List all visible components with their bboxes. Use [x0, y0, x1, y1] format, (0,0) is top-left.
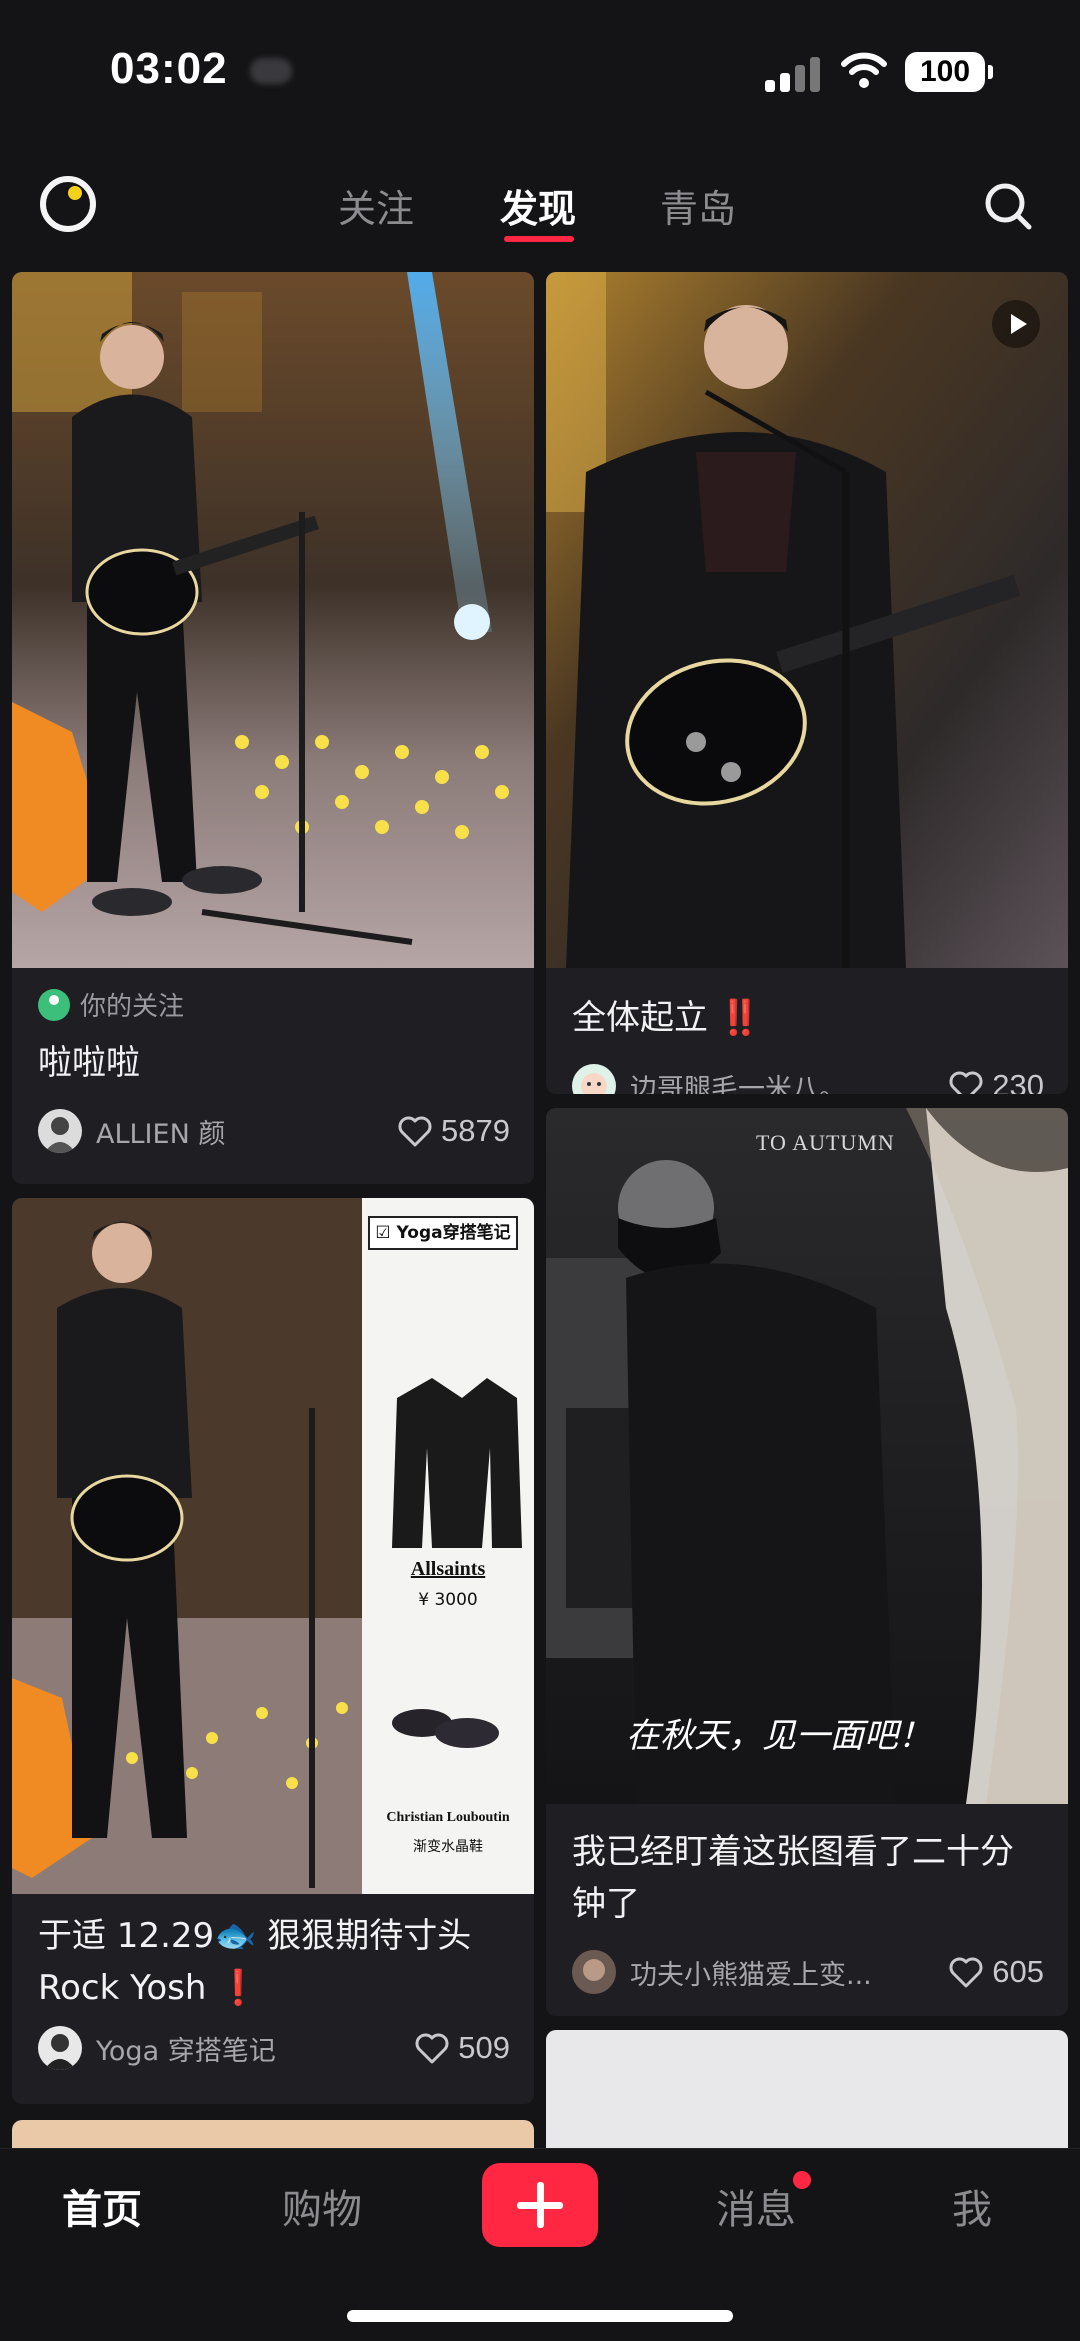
overlay-top-text: TO AUTUMN [756, 1130, 895, 1155]
card-title-line-2: Rock Yosh ❗ [38, 1968, 260, 2008]
like-count: 5879 [441, 1113, 510, 1148]
overlay-shoe-name: 渐变水晶鞋 [413, 1839, 483, 1855]
nav-me[interactable]: 我 [952, 2177, 992, 2235]
card-body: 我已经盯着这张图看了二十分钟了 功夫小熊猫爱上变... 605 [546, 1804, 1068, 1996]
car-window-photo [546, 1108, 1068, 1804]
heart-icon [415, 2033, 449, 2064]
unread-badge [793, 2171, 811, 2189]
outfit-breakdown-photo [12, 1198, 534, 1894]
video-play-icon [992, 300, 1040, 348]
card-body: 你的关注 啦啦啦 ALLIEN 颜 5879 [12, 968, 534, 1155]
tab-discover[interactable]: 发现 [500, 178, 576, 233]
card-meta: ALLIEN 颜 5879 [38, 1107, 510, 1155]
feed-card-6-partial[interactable] [546, 2030, 1068, 2150]
like-count: 509 [458, 2030, 510, 2065]
overlay-jacket-brand: Allsaints [410, 1558, 486, 1580]
author-name[interactable]: 边哥腿毛一米八。 [630, 1067, 938, 1095]
card-body: 于适 12.29🐟 狠狠期待寸头 Rock Yosh ❗ Yoga 穿搭笔记 5… [12, 1894, 534, 2072]
user-icon [38, 988, 70, 1021]
overlay-badge: ☑ Yoga穿搭笔记 [368, 1216, 518, 1250]
like-count: 605 [992, 1954, 1044, 1989]
author-avatar[interactable] [572, 1950, 616, 1994]
author-avatar[interactable] [38, 2026, 82, 2070]
feed-tabs: 关注 发现 青岛 [0, 178, 1080, 238]
publish-plus-button[interactable] [482, 2163, 598, 2247]
card-meta: 功夫小熊猫爱上变... 605 [572, 1948, 1044, 1996]
heart-icon [949, 1071, 983, 1094]
like-button[interactable]: 605 [948, 1954, 1044, 1990]
active-tab-indicator [504, 236, 574, 242]
card-title: 啦啦啦 [38, 1043, 140, 1083]
card-title-line-1: 于适 12.29🐟 狠狠期待寸头 [38, 1916, 472, 1956]
like-button[interactable]: 5879 [397, 1113, 510, 1149]
discover-feed: 你的关注 啦啦啦 ALLIEN 颜 5879 全体起立 ‼️ 边哥腿毛一米八。 … [0, 270, 1080, 2150]
nav-home[interactable]: 首页 [62, 2177, 142, 2235]
card-cover-image [12, 272, 534, 968]
feed-card-4[interactable]: TO AUTUMN 在秋天，见一面吧！ 我已经盯着这张图看了二十分钟了 功夫小熊… [546, 1108, 1068, 2016]
top-navigation: 关注 发现 青岛 [0, 140, 1080, 260]
card-cover-image [546, 272, 1068, 968]
tab-following[interactable]: 关注 [338, 178, 414, 233]
heart-icon [949, 1957, 983, 1988]
card-title: 我已经盯着这张图看了二十分钟了 [572, 1832, 1014, 1924]
nav-messages[interactable]: 消息 [716, 2177, 796, 2235]
status-time: 03:02 [110, 44, 228, 93]
feed-card-2[interactable]: 全体起立 ‼️ 边哥腿毛一米八。 230 [546, 272, 1068, 1094]
overlay-shoe-brand: Christian Louboutin [386, 1810, 510, 1825]
heart-icon [398, 1116, 432, 1147]
tab-local-city[interactable]: 青岛 [660, 178, 736, 233]
cellular-signal-icon [765, 56, 821, 92]
card-title: 全体起立 ‼️ [572, 998, 762, 1038]
following-tag-label: 你的关注 [80, 992, 185, 1022]
concert-guitarist-closeup-photo [546, 272, 1068, 968]
nav-shop[interactable]: 购物 [282, 2177, 362, 2235]
author-name[interactable]: 功夫小熊猫爱上变... [630, 1953, 938, 1992]
overlay-caption: 在秋天，见一面吧！ [626, 1716, 932, 1756]
following-tag: 你的关注 [38, 986, 510, 1023]
home-indicator[interactable] [347, 2310, 733, 2322]
author-name[interactable]: Yoga 穿搭笔记 [96, 2029, 404, 2068]
status-blurred-indicator [250, 58, 292, 84]
card-cover-image: ☑ Yoga穿搭笔记 Allsaints ¥ 3000 Christian Lo… [12, 1198, 534, 1894]
feed-card-1[interactable]: 你的关注 啦啦啦 ALLIEN 颜 5879 [12, 272, 534, 1184]
like-button[interactable]: 509 [414, 2030, 510, 2066]
like-count: 230 [992, 1068, 1044, 1094]
feed-card-3[interactable]: ☑ Yoga穿搭笔记 Allsaints ¥ 3000 Christian Lo… [12, 1198, 534, 2104]
feed-card-5-partial[interactable] [12, 2120, 534, 2150]
battery-indicator: 100 [905, 52, 993, 92]
card-meta: Yoga 穿搭笔记 509 [38, 2024, 510, 2072]
overlay-jacket-price: ¥ 3000 [418, 1590, 478, 1610]
author-name[interactable]: ALLIEN 颜 [96, 1112, 387, 1151]
like-button[interactable]: 230 [948, 1068, 1044, 1094]
card-meta: 边哥腿毛一米八。 230 [572, 1062, 1044, 1094]
status-bar: 03:02 100 [0, 0, 1080, 140]
author-avatar[interactable] [572, 1064, 616, 1094]
search-icon[interactable] [982, 180, 1034, 232]
card-body: 全体起立 ‼️ 边哥腿毛一米八。 230 [546, 968, 1068, 1094]
card-cover-image: TO AUTUMN 在秋天，见一面吧！ [546, 1108, 1068, 1804]
author-avatar[interactable] [38, 1109, 82, 1153]
concert-guitarist-photo [12, 272, 534, 968]
wifi-icon [841, 52, 887, 88]
